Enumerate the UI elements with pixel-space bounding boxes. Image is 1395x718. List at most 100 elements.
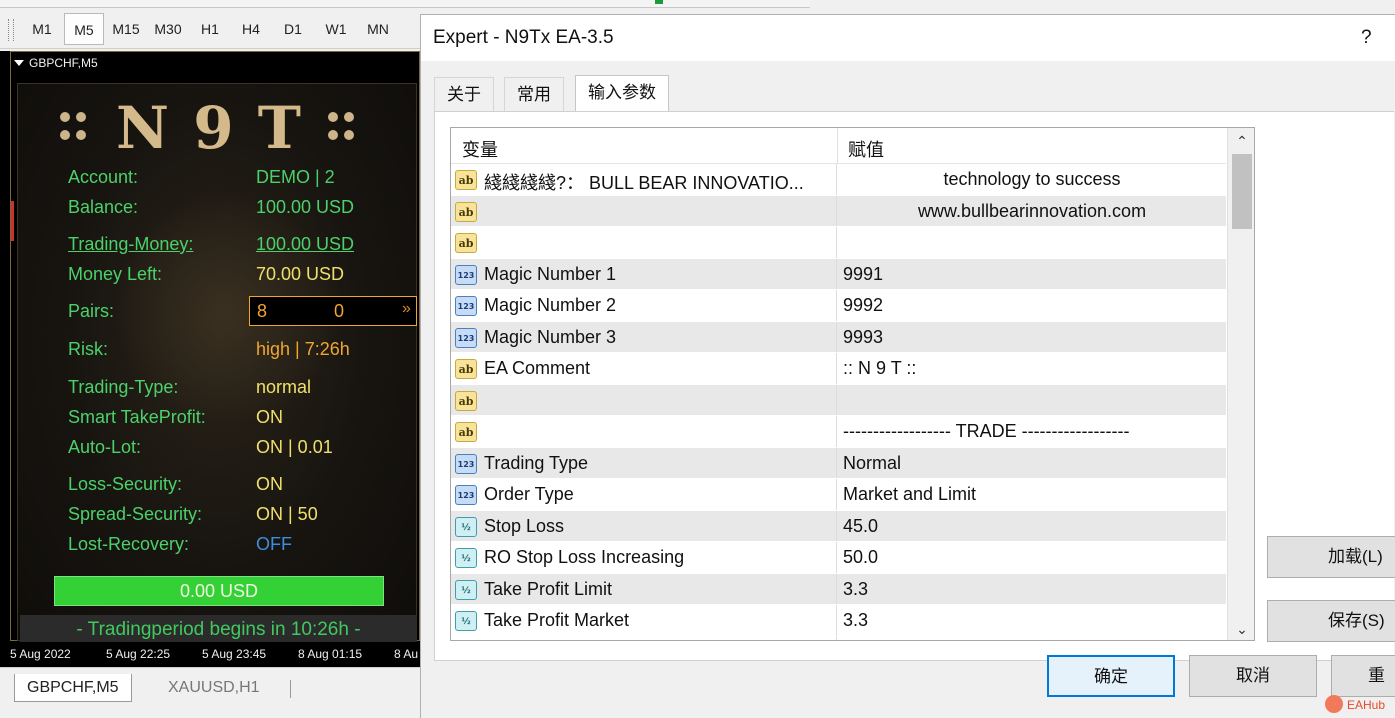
reset-button[interactable]: 重 [1331,655,1395,697]
param-value[interactable]: 9991 [843,264,883,285]
chart-window[interactable]: GBPCHF,M5 N 9 T Account: DEMO | 2 Balanc… [0,51,420,667]
lost-recovery-label: Lost-Recovery: [68,534,190,554]
param-row[interactable]: ½ Take Profit Market 3.3 [451,605,1226,637]
param-variable-cell: ab [451,195,837,226]
expert-properties-dialog: Expert - N9Tx EA-3.5 ? 关于 常用 输入参数 变量 赋值 … [420,14,1395,718]
param-name: Take Profit Limit [484,578,613,599]
timeframe-mn-button[interactable]: MN [358,13,398,45]
param-row[interactable]: ab 綫綫綫綫?： BULL BEAR INNOVATIO... technolog… [451,164,1226,196]
terminal-toolbar-strip [0,0,810,8]
pairs-box[interactable]: 8 0 » [249,296,417,326]
param-value[interactable]: 45.0 [843,516,878,537]
cancel-button[interactable]: 取消 [1189,655,1317,697]
integer-param-icon: 123 [455,453,477,474]
param-variable-cell: 123 Magic Number 3 [451,321,837,352]
param-value[interactable]: ------------------ TRADE ---------------… [843,421,1129,442]
param-variable-cell: 123 Trading Type [451,447,837,478]
column-header-variable[interactable]: 变量 [462,136,498,162]
chart-tab-gbpchf-m5[interactable]: GBPCHF,M5 [14,674,132,702]
trading-money-value[interactable]: 100.00 USD [256,234,354,255]
scroll-down-icon[interactable]: ⌄ [1228,616,1254,640]
trading-period-banner: - Tradingperiod begins in 10:26h - [20,615,417,642]
scroll-thumb[interactable] [1232,154,1252,229]
timeframe-m1-button[interactable]: M1 [22,13,62,45]
param-variable-cell: ab [451,416,837,447]
help-button[interactable]: ? [1361,27,1372,49]
param-row[interactable]: ½ Stop Loss 45.0 [451,510,1226,542]
timeframe-h1-button[interactable]: H1 [190,13,230,45]
param-name: Stop Loss [484,515,565,536]
param-variable-cell: ½ Take Profit Limit [451,573,837,604]
time-tick: 5 Aug 2022 [10,647,71,661]
param-row[interactable]: ab www.bullbearinnovation.com [451,195,1226,227]
param-value[interactable]: 3.3 [843,579,868,600]
chart-symbol-label: GBPCHF,M5 [29,56,98,70]
chart-tab-xauusd-h1[interactable]: XAUUSD,H1 [156,674,272,702]
param-name: Take Profit Market [484,610,630,630]
timeframe-m30-button[interactable]: M30 [148,13,188,45]
timeframe-toolbar: M1 M5 M15 M30 H1 H4 D1 W1 MN [0,9,420,49]
param-row[interactable]: 123 Magic Number 1 9991 [451,258,1226,290]
param-row[interactable]: ½ Take Profit Limit 3.3 [451,573,1226,605]
param-row[interactable]: 123 Trading Type Normal [451,447,1226,479]
string-param-icon: ab [455,233,477,253]
param-name: 綫綫綫綫?： BULL BEAR INNOVATIO... [484,173,804,193]
param-name: Magic Number 1 [484,263,617,284]
double-param-icon: ½ [455,579,477,600]
param-row[interactable]: ab ------------------ TRADE -------------… [451,416,1226,448]
param-row[interactable]: ab [451,227,1226,259]
param-value[interactable]: 9993 [843,327,883,348]
param-row[interactable]: 123 Magic Number 3 9993 [451,321,1226,353]
trading-money-label[interactable]: Trading-Money: [68,234,193,255]
load-button[interactable]: 加载(L) [1267,536,1395,578]
column-separator[interactable] [837,128,838,164]
integer-param-icon: 123 [455,485,477,505]
pairs-expand-icon[interactable]: » [402,300,411,318]
timeframe-h4-button[interactable]: H4 [231,13,271,45]
eahub-watermark: EAHub [1325,695,1385,713]
string-param-icon: ab [455,390,477,411]
timeframe-m15-button[interactable]: M15 [106,13,146,45]
param-value[interactable]: :: N 9 T :: [843,358,916,379]
timeframe-m5-button[interactable]: M5 [64,13,104,45]
param-row[interactable]: ½ RO Stop Loss Increasing 50.0 [451,542,1226,574]
tab-common[interactable]: 常用 [504,77,564,111]
time-tick: 5 Aug 23:45 [202,647,267,661]
column-header-value[interactable]: 赋值 [848,136,884,162]
param-value[interactable]: 50.0 [843,547,878,568]
chart-symbol-title: GBPCHF,M5 [14,56,98,70]
param-value[interactable]: www.bullbearinnovation.com [838,201,1226,222]
logo-dots-left-icon [58,108,90,148]
param-value[interactable]: technology to success [838,169,1226,190]
spread-security-value: ON | 50 [256,504,318,524]
ok-button[interactable]: 确定 [1047,655,1175,697]
save-button[interactable]: 保存(S) [1267,600,1395,642]
param-row[interactable]: ab [451,384,1226,416]
param-row[interactable]: ab EA Comment:: N 9 T :: [451,353,1226,385]
param-variable-cell: ab [451,384,837,415]
timeframe-d1-button[interactable]: D1 [273,13,313,45]
pairs-value-active: 0 [334,301,345,321]
timeframe-w1-button[interactable]: W1 [316,13,356,45]
param-value[interactable]: Normal [843,453,901,474]
param-row[interactable]: 123 Magic Number 2 9992 [451,290,1226,322]
param-variable-cell: ½ RO Stop Loss Increasing [451,542,837,573]
toolbar-grip-handle[interactable] [8,19,14,41]
tab-about[interactable]: 关于 [434,77,494,111]
scroll-up-icon[interactable]: ⌃ [1228,128,1254,154]
vertical-scrollbar[interactable]: ⌃ ⌄ [1227,128,1254,640]
param-value[interactable]: Market and Limit [843,484,976,505]
dialog-titlebar[interactable]: Expert - N9Tx EA-3.5 ? [421,15,1395,61]
param-value[interactable]: 9992 [843,295,883,316]
chart-tabs-bar: GBPCHF,M5 XAUUSD,H1 [0,667,420,718]
param-value[interactable]: 3.3 [843,610,868,631]
double-param-icon: ½ [455,548,477,568]
tab-inputs[interactable]: 输入参数 [575,75,669,112]
string-param-icon: ab [455,170,477,190]
spread-security-label: Spread-Security: [68,504,203,524]
loss-security-label: Loss-Security: [68,474,183,494]
param-variable-cell: ab [451,227,837,258]
eahub-watermark-text: EAHub [1347,698,1386,712]
param-row[interactable]: 123 Order Type Market and Limit [451,479,1226,511]
time-tick: 8 Au [394,647,419,661]
